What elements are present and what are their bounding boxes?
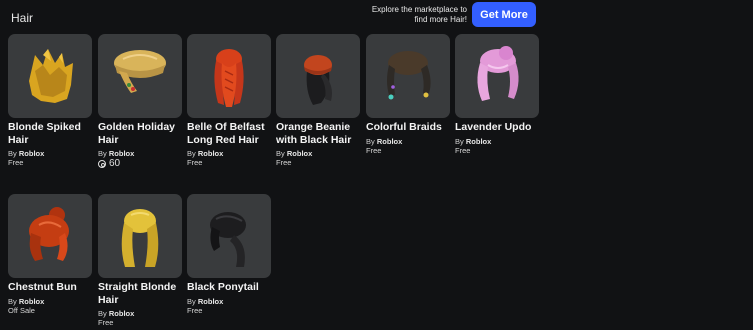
item-card[interactable]: Lavender Updo By Roblox Free xyxy=(455,34,539,156)
marketplace-promo-text: Explore the marketplace to find more Hai… xyxy=(371,5,467,24)
item-thumbnail[interactable] xyxy=(455,34,539,118)
item-name[interactable]: Straight Blonde Hair xyxy=(98,281,182,306)
item-card[interactable]: Blonde Spiked Hair By Roblox Free xyxy=(8,34,92,168)
item-creator[interactable]: By Roblox xyxy=(187,149,271,158)
item-price: Free xyxy=(187,305,203,315)
item-name[interactable]: Belle Of Belfast Long Red Hair xyxy=(187,121,271,146)
item-price: 60 xyxy=(98,158,182,170)
item-card[interactable]: Straight Blonde Hair By Roblox Free xyxy=(98,194,182,328)
colorful-braids-icon xyxy=(387,51,431,100)
straight-blonde-hair-icon xyxy=(121,209,159,267)
hair-item-grid: Blonde Spiked Hair By Roblox Free Golden… xyxy=(8,34,748,330)
item-creator[interactable]: By Roblox xyxy=(98,149,182,158)
item-card[interactable]: Golden Holiday Hair By Roblox 60 xyxy=(98,34,182,170)
item-thumbnail[interactable] xyxy=(98,34,182,118)
long-red-hair-icon xyxy=(214,49,244,107)
item-creator[interactable]: By Roblox xyxy=(8,149,92,158)
item-card[interactable]: Belle Of Belfast Long Red Hair By Roblox… xyxy=(187,34,271,168)
item-thumbnail[interactable] xyxy=(98,194,182,278)
item-creator[interactable]: By Roblox xyxy=(455,137,539,146)
item-price: Free xyxy=(276,158,292,167)
blonde-spiked-hair-icon xyxy=(29,49,73,103)
item-name[interactable]: Golden Holiday Hair xyxy=(98,121,182,146)
item-card[interactable]: Colorful Braids By Roblox Free xyxy=(366,34,450,156)
item-price: Free xyxy=(366,145,382,155)
item-name[interactable]: Chestnut Bun xyxy=(8,281,92,294)
section-title: Hair xyxy=(11,11,34,25)
item-thumbnail[interactable] xyxy=(8,34,92,118)
item-name[interactable]: Black Ponytail xyxy=(187,281,271,294)
item-thumbnail[interactable] xyxy=(8,194,92,278)
item-price: Free xyxy=(187,158,203,167)
item-thumbnail[interactable] xyxy=(276,34,360,118)
item-creator[interactable]: By Roblox xyxy=(98,309,182,318)
orange-beanie-black-hair-icon xyxy=(304,55,332,105)
item-card[interactable]: Chestnut Bun By Roblox Off Sale xyxy=(8,194,92,316)
item-creator[interactable]: By Roblox xyxy=(8,297,92,306)
item-card[interactable]: Orange Beanie with Black Hair By Roblox … xyxy=(276,34,360,168)
black-ponytail-icon xyxy=(210,212,246,267)
item-creator[interactable]: By Roblox xyxy=(276,149,360,158)
item-name[interactable]: Colorful Braids xyxy=(366,121,450,134)
item-thumbnail[interactable] xyxy=(187,34,271,118)
item-name[interactable]: Lavender Updo xyxy=(455,121,539,134)
item-price: Free xyxy=(455,145,471,155)
item-creator[interactable]: By Roblox xyxy=(187,297,271,306)
item-name[interactable]: Blonde Spiked Hair xyxy=(8,121,92,146)
robux-icon xyxy=(98,160,106,168)
golden-holiday-hair-icon xyxy=(114,50,166,93)
lavender-updo-icon xyxy=(477,46,519,101)
item-price: Off Sale xyxy=(8,305,35,315)
item-price: Free xyxy=(98,318,114,327)
item-card[interactable]: Black Ponytail By Roblox Free xyxy=(187,194,271,316)
item-name[interactable]: Orange Beanie with Black Hair xyxy=(276,121,360,146)
item-thumbnail[interactable] xyxy=(187,194,271,278)
chestnut-bun-icon xyxy=(29,207,69,261)
item-thumbnail[interactable] xyxy=(366,34,450,118)
item-price: Free xyxy=(8,158,24,167)
get-more-button[interactable]: Get More xyxy=(472,2,536,27)
item-creator[interactable]: By Roblox xyxy=(366,137,450,146)
